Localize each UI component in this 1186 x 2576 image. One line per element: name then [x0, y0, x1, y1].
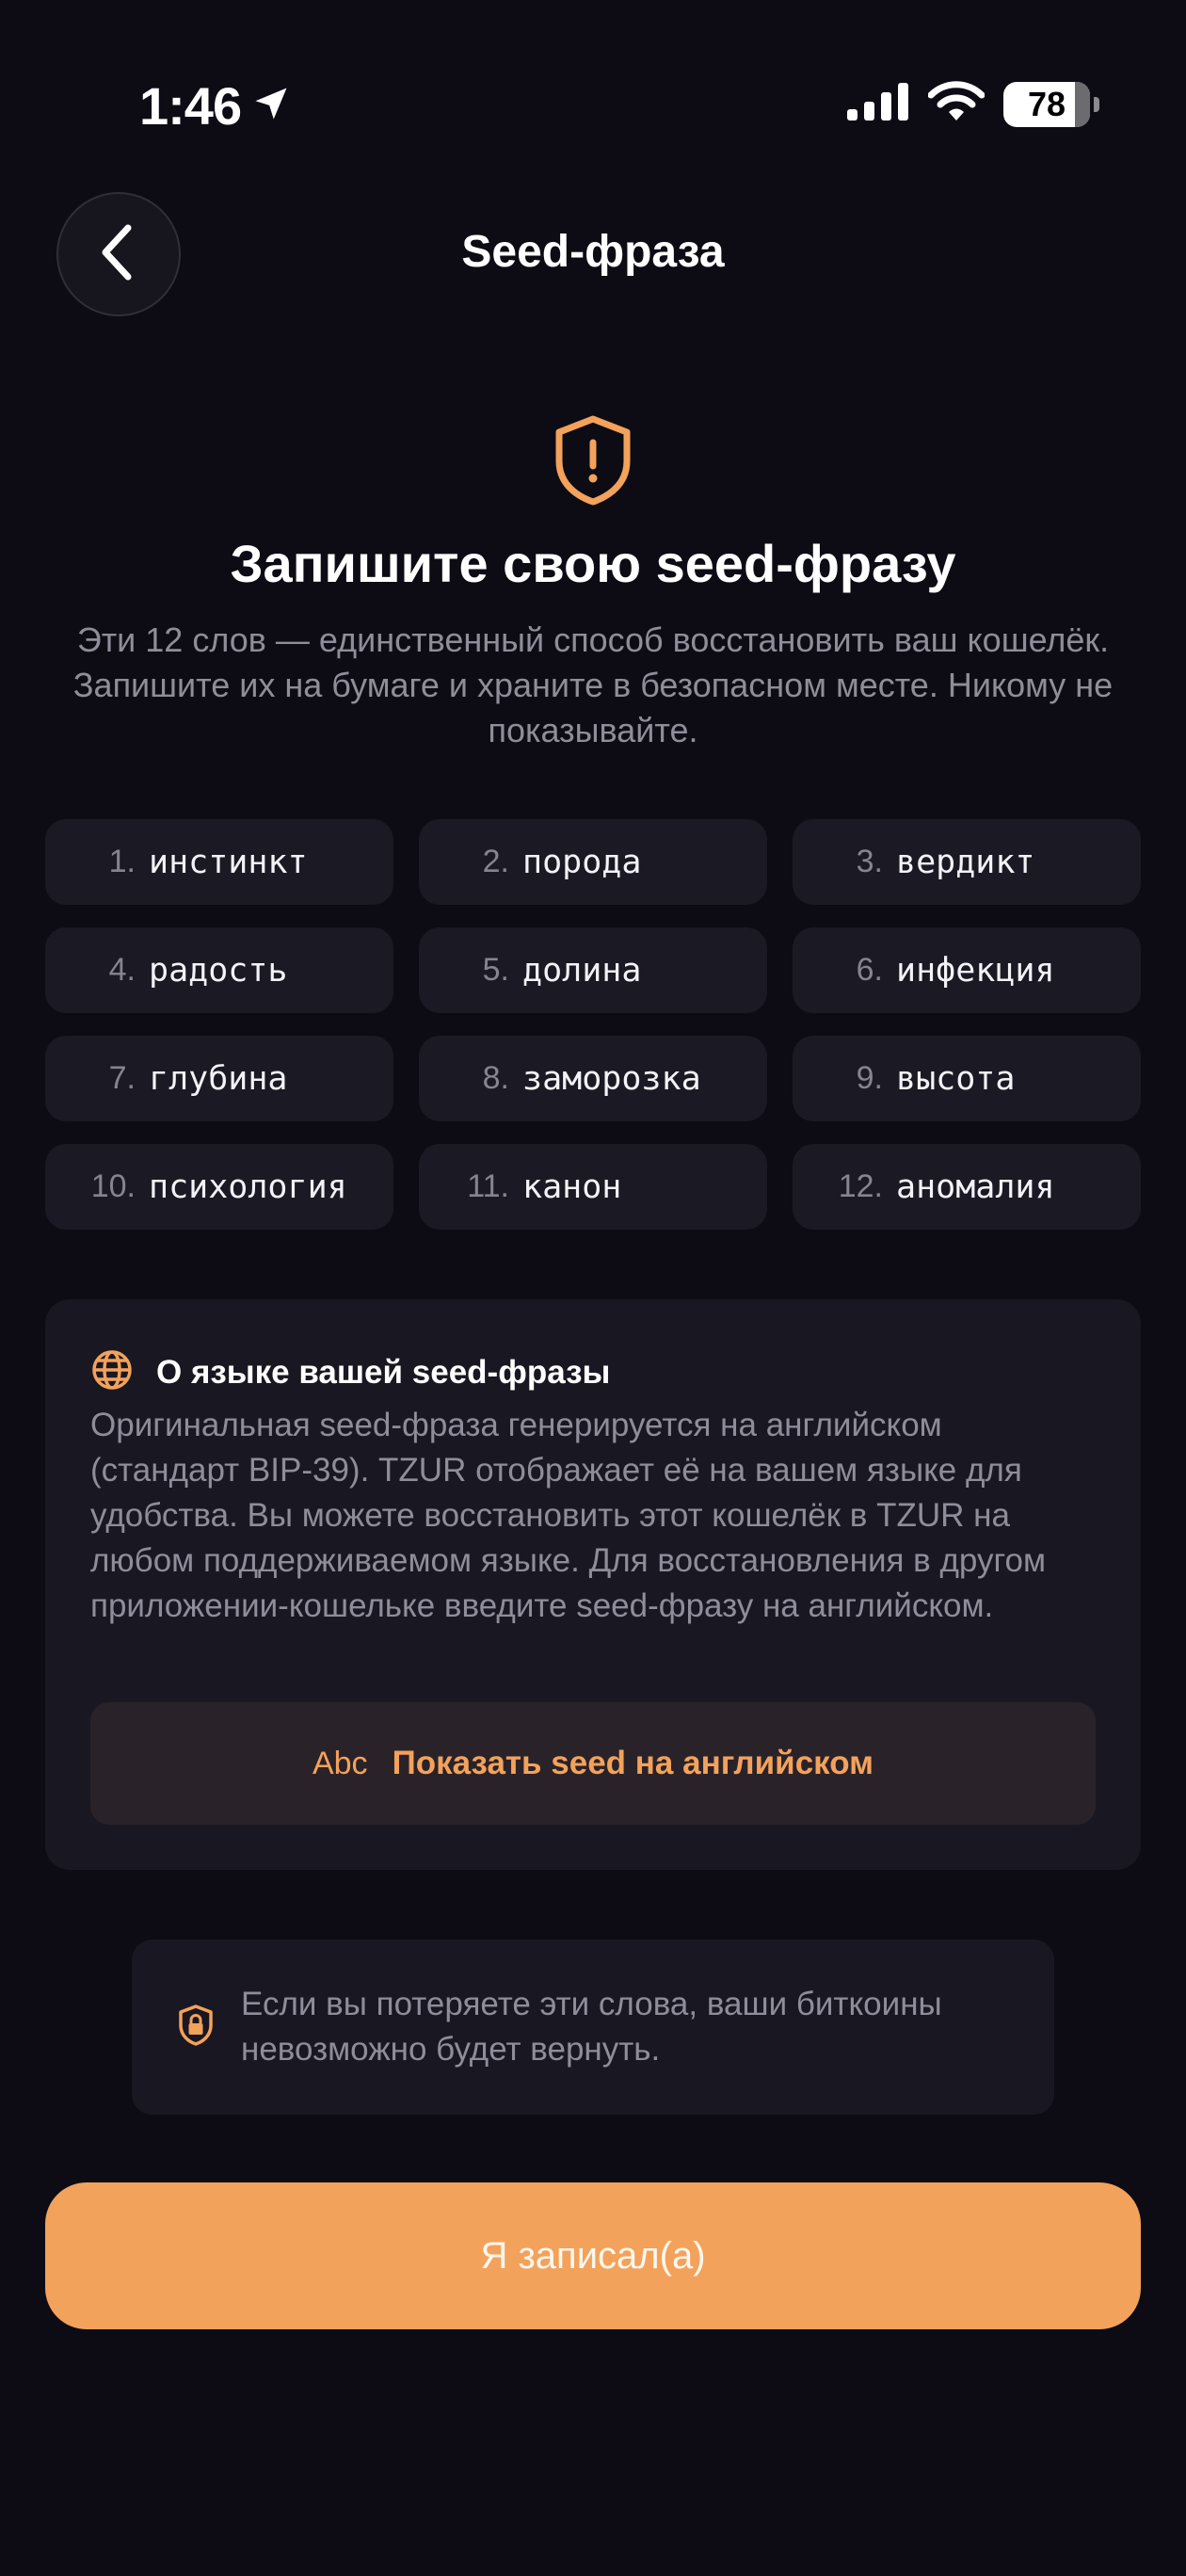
status-bar: 1:46 78 — [0, 0, 1186, 217]
seed-word-number: 9. — [856, 1060, 883, 1096]
seed-word-number: 2. — [482, 844, 509, 879]
seed-word: 7. глубина — [45, 1036, 393, 1121]
confirm-written-button[interactable]: Я записал(а) — [45, 2182, 1141, 2329]
seed-word-text: глубина — [149, 1059, 288, 1098]
wifi-icon — [927, 81, 986, 127]
seed-word-number: 12. — [838, 1168, 883, 1204]
status-time: 1:46 — [139, 75, 292, 137]
info-card-header: О языке вашей seed-фразы — [90, 1348, 610, 1396]
seed-word: 4. радость — [45, 927, 393, 1013]
seed-word-number: 3. — [856, 844, 883, 879]
signal-icon — [847, 83, 909, 125]
info-card-body: Оригинальная seed-фраза генерируется на … — [90, 1407, 1047, 1624]
status-indicators: 78 — [847, 81, 1099, 127]
status-time-text: 1:46 — [139, 76, 242, 136]
show-english-seed-label: Показать seed на английском — [392, 1745, 874, 1781]
page-title: Seed-фраза — [461, 227, 725, 277]
seed-word: 5. долина — [419, 927, 767, 1013]
seed-word-text: заморозка — [522, 1059, 701, 1098]
seed-word-number: 6. — [856, 952, 883, 988]
location-arrow-icon — [250, 75, 292, 137]
show-english-seed-button[interactable]: Abc Показать seed на английском — [90, 1702, 1096, 1825]
seed-word-grid: 1. инстинкт 2. порода 3. вердикт 4. радость … — [45, 819, 1141, 1230]
battery-level: 78 — [1027, 84, 1066, 123]
shield-alert-icon — [553, 414, 633, 511]
globe-icon — [90, 1348, 134, 1396]
seed-word-number: 8. — [482, 1060, 509, 1096]
seed-word-text: долина — [522, 951, 642, 990]
seed-word-text: инстинкт — [149, 843, 308, 881]
seed-word: 10. психология — [45, 1144, 393, 1230]
seed-word: 1. инстинкт — [45, 819, 393, 905]
abc-icon: Abc — [312, 1745, 368, 1781]
loss-warning-text: Если вы потеряете эти слова, ваши биткои… — [241, 1986, 942, 2068]
loss-warning: Если вы потеряете эти слова, ваши биткои… — [132, 1940, 1054, 2115]
seed-word: 12. аномалия — [793, 1144, 1141, 1230]
seed-word-text: вердикт — [896, 843, 1035, 881]
seed-word-text: радость — [149, 951, 288, 990]
seed-word-number: 11. — [467, 1168, 509, 1204]
seed-word-text: аномалия — [896, 1167, 1055, 1206]
language-info-card: О языке вашей seed-фразы Оригинальная se… — [45, 1299, 1141, 1870]
info-card-title: О языке вашей seed-фразы — [156, 1353, 611, 1391]
seed-word-number: 7. — [108, 1060, 136, 1096]
seed-word: 6. инфекция — [793, 927, 1141, 1013]
seed-word-text: канон — [522, 1167, 622, 1206]
headline: Запишите свою seed-фразу — [230, 534, 956, 593]
seed-word: 2. порода — [419, 819, 767, 905]
seed-word-text: высота — [896, 1059, 1016, 1098]
seed-word-number: 1. — [108, 844, 136, 879]
seed-word: 11. канон — [419, 1144, 767, 1230]
seed-word-text: инфекция — [896, 951, 1055, 990]
seed-word: 8. заморозка — [419, 1036, 767, 1121]
seed-word-number: 4. — [108, 952, 136, 988]
seed-word: 9. высота — [793, 1036, 1141, 1121]
lock-shield-icon — [177, 2004, 215, 2052]
seed-word-text: психология — [149, 1167, 347, 1206]
seed-word: 3. вердикт — [793, 819, 1141, 905]
hero-subtext: Эти 12 слов — единственный способ восста… — [72, 620, 1114, 749]
seed-word-number: 10. — [90, 1168, 136, 1204]
battery-icon: 78 — [1003, 81, 1099, 127]
seed-word-number: 5. — [482, 952, 509, 988]
seed-word-text: порода — [522, 843, 642, 881]
